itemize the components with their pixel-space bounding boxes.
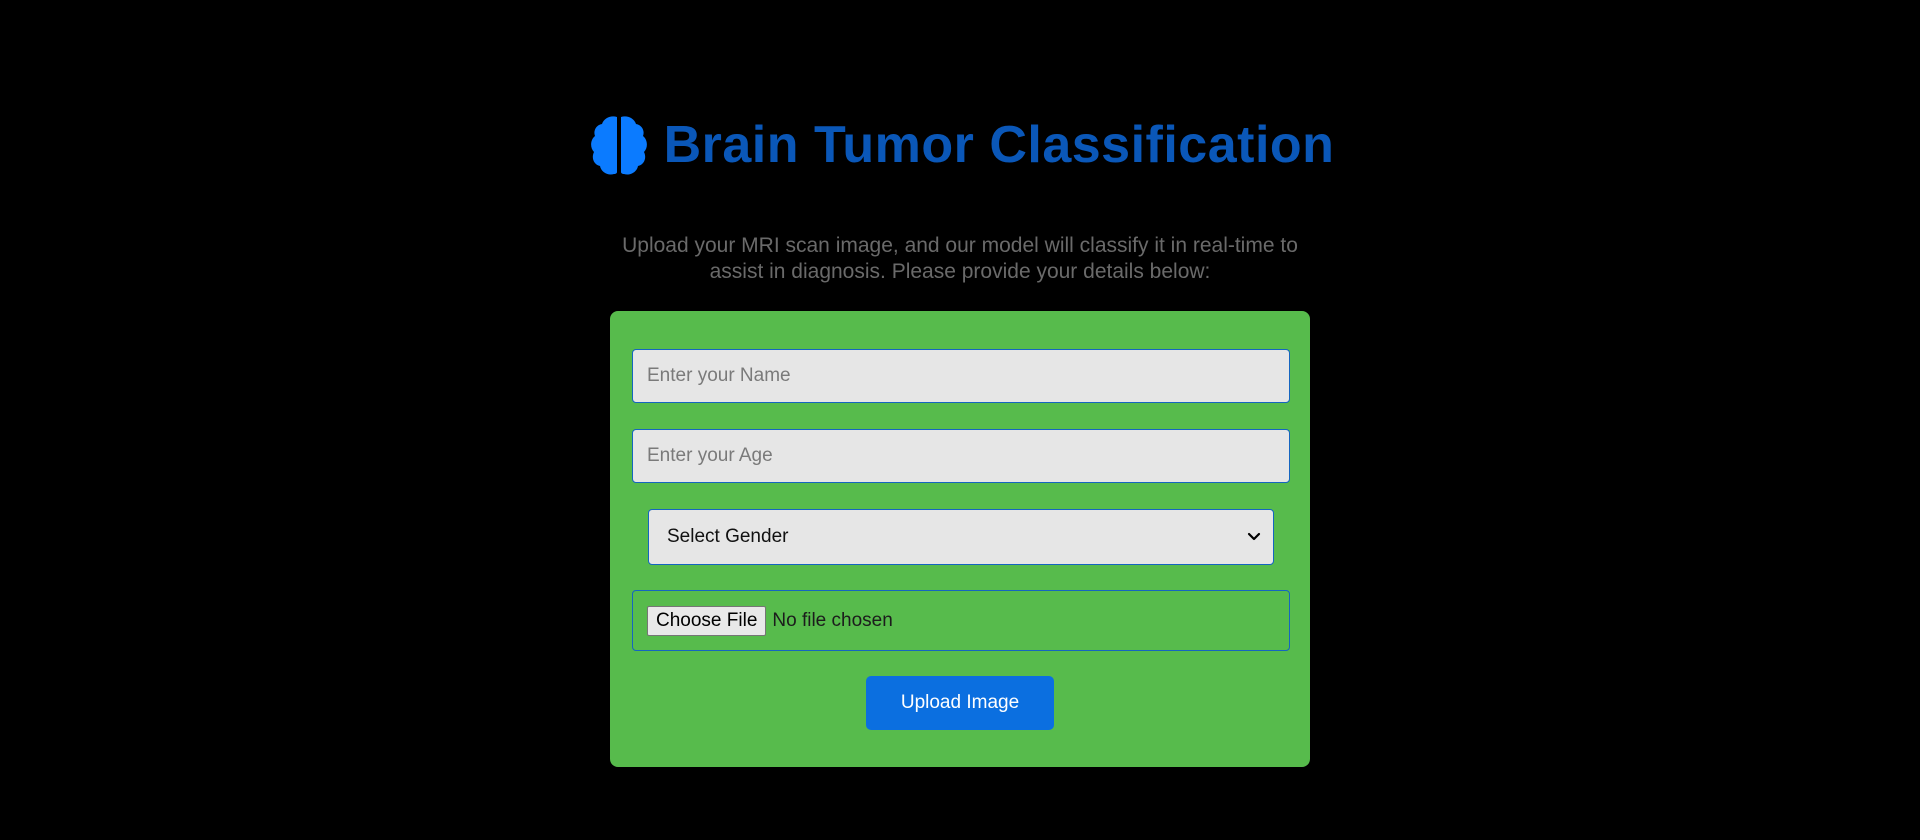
chevron-down-icon: [1243, 526, 1265, 548]
choose-file-button[interactable]: Choose File: [647, 605, 767, 636]
upload-image-button[interactable]: Upload Image: [866, 676, 1054, 730]
file-input: Choose File No file chosen: [632, 590, 1290, 651]
upload-form: Select Gender Choose File No file chosen…: [610, 311, 1310, 767]
gender-select-value: Select Gender: [667, 526, 789, 547]
page-title: Brain Tumor Classification: [663, 116, 1335, 174]
age-input[interactable]: [632, 429, 1290, 483]
page: Brain Tumor Classification Upload your M…: [0, 0, 1920, 840]
intro-text: Upload your MRI scan image, and our mode…: [622, 234, 1298, 283]
gender-select[interactable]: Select Gender: [648, 509, 1274, 565]
header: Brain Tumor Classification: [590, 108, 1334, 182]
brain-icon: [586, 112, 652, 178]
name-input[interactable]: [632, 349, 1290, 403]
file-status: No file chosen: [772, 609, 893, 631]
